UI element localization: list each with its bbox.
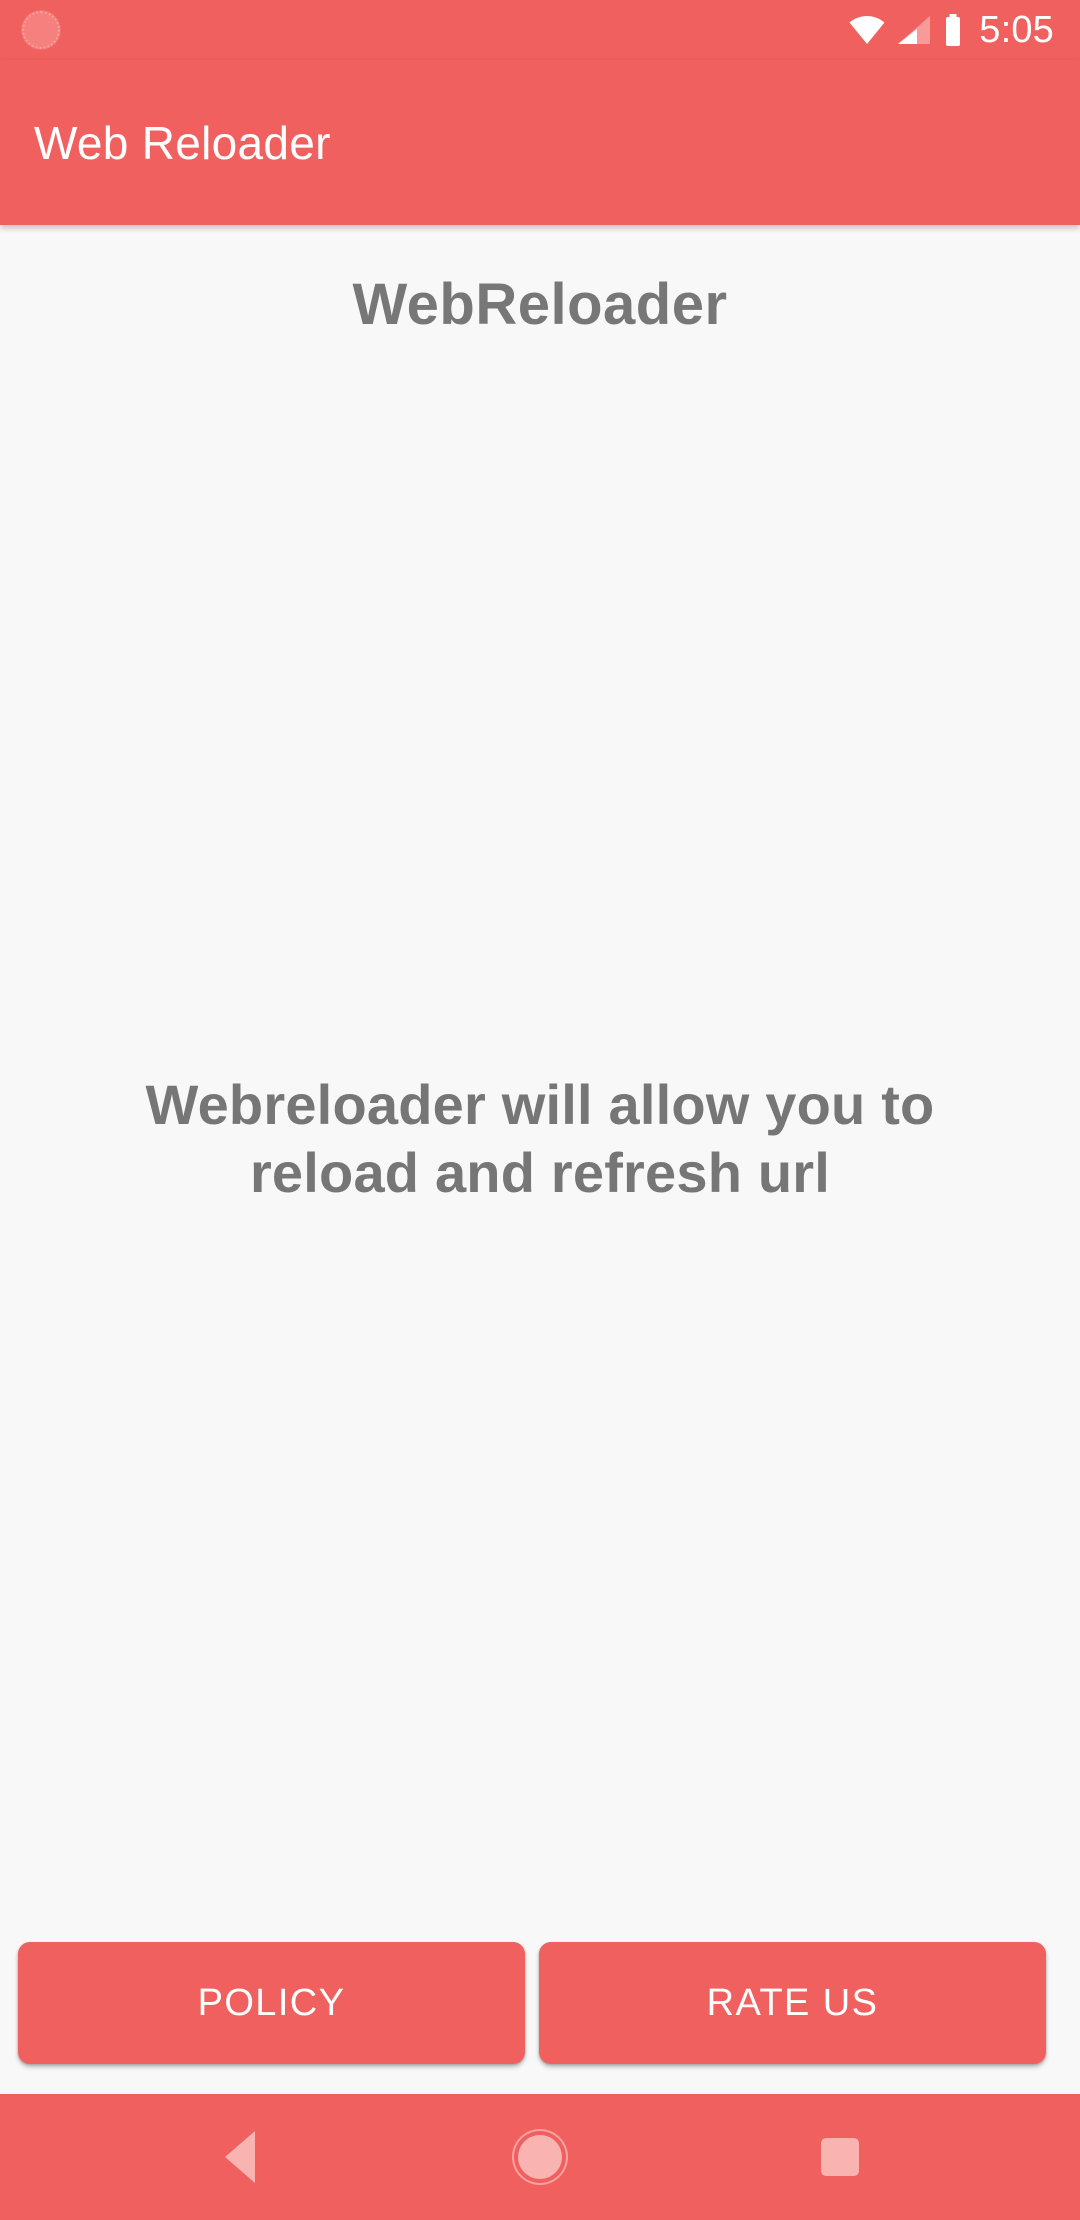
phone-screen: 5:05 Web Reloader WebReloader Webreloade… — [0, 0, 1080, 2220]
nav-back-button[interactable] — [185, 2102, 295, 2212]
nav-recents-button[interactable] — [785, 2102, 895, 2212]
app-notification-icon — [22, 11, 60, 49]
bottom-button-row: POLICY RATE US — [0, 1942, 1080, 2065]
nav-home-button[interactable] — [485, 2102, 595, 2212]
page-title: WebReloader — [352, 272, 728, 337]
status-bar-clock: 5:05 — [979, 9, 1054, 51]
status-bar: 5:05 — [0, 0, 1080, 60]
rate-us-button[interactable]: RATE US — [539, 1942, 1046, 2065]
wifi-icon — [849, 15, 885, 45]
battery-icon — [943, 14, 963, 46]
home-circle-icon — [518, 2135, 562, 2179]
recents-square-icon — [821, 2138, 859, 2176]
cellular-signal-icon — [897, 15, 931, 45]
status-bar-left — [22, 11, 849, 49]
app-bar-title: Web Reloader — [34, 116, 331, 169]
back-triangle-icon — [225, 2131, 255, 2183]
main-content: WebReloader Webreloader will allow you t… — [0, 225, 1080, 2094]
status-bar-right: 5:05 — [849, 11, 1054, 49]
app-bar: Web Reloader — [0, 60, 1080, 225]
android-navigation-bar — [0, 2094, 1080, 2220]
policy-button[interactable]: POLICY — [18, 1942, 525, 2065]
description-text: Webreloader will allow you to reload and… — [145, 1073, 935, 1205]
